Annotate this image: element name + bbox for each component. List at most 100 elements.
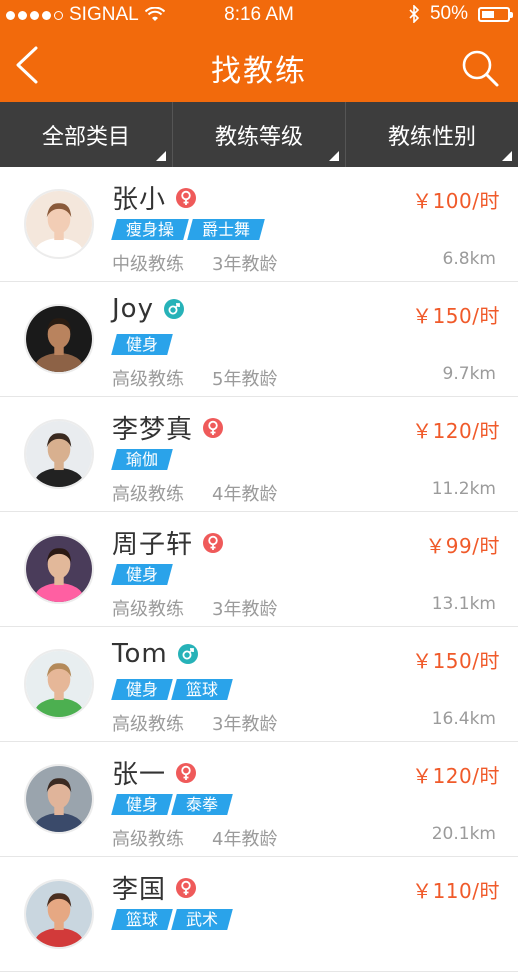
coach-years: 4年教龄 <box>212 829 278 850</box>
coach-price: ￥120/时 <box>412 419 500 443</box>
coach-level: 高级教练 <box>112 369 184 390</box>
coach-distance: 9.7km <box>442 364 496 384</box>
coach-distance: 11.2km <box>431 479 496 499</box>
coach-meta: 高级教练 5年教龄 <box>112 365 277 391</box>
filter-level-label: 教练等级 <box>214 124 303 150</box>
coach-price: ￥110/时 <box>412 879 500 903</box>
coach-distance: 16.4km <box>431 709 496 729</box>
coach-years: 3年教龄 <box>212 714 278 735</box>
filter-level[interactable]: 教练等级 <box>172 102 345 167</box>
tag-list: 健身 泰拳 <box>111 794 233 815</box>
coach-price: ￥150/时 <box>412 304 500 328</box>
coach-level: 高级教练 <box>112 714 184 735</box>
coach-meta: 高级教练 4年教龄 <box>112 825 277 851</box>
coach-name: Tom <box>112 639 168 669</box>
category-tag: 健身 <box>111 794 173 815</box>
category-tag: 健身 <box>111 334 173 355</box>
coach-distance: 6.8km <box>442 249 496 269</box>
coach-level: 高级教练 <box>112 599 184 620</box>
coach-row[interactable]: Tom 健身 篮球 高级教练 3年教龄 ￥150/时 16.4km <box>0 627 518 742</box>
coach-name-group: 张一 <box>112 754 197 791</box>
coach-meta: 高级教练 3年教龄 <box>112 710 277 736</box>
avatar <box>24 764 94 834</box>
coach-meta <box>112 940 140 961</box>
status-bar: SIGNAL 8:16 AM 50% <box>0 0 518 28</box>
female-icon <box>203 417 224 438</box>
coach-meta: 高级教练 4年教龄 <box>112 480 277 506</box>
coach-price: ￥120/时 <box>412 764 500 788</box>
avatar <box>24 534 94 604</box>
coach-years: 4年教龄 <box>212 484 278 505</box>
search-icon[interactable] <box>460 48 500 88</box>
filter-bar: 全部类目 教练等级 教练性别 <box>0 102 518 167</box>
coach-level: 高级教练 <box>112 484 184 505</box>
female-icon <box>176 762 197 783</box>
coach-list: 张小 瘦身操 爵士舞 中级教练 3年教龄 ￥100/时 6.8km Joy 健身 <box>0 167 518 972</box>
tag-list: 健身 <box>111 564 173 585</box>
coach-name: 李国 <box>112 875 167 905</box>
coach-price: ￥150/时 <box>412 649 500 673</box>
page-title: 找教练 <box>211 54 307 89</box>
avatar <box>24 649 94 719</box>
status-right: 50% <box>408 3 513 25</box>
coach-row[interactable]: Joy 健身 高级教练 5年教龄 ￥150/时 9.7km <box>0 282 518 397</box>
avatar <box>24 419 94 489</box>
coach-years: 3年教龄 <box>212 599 278 620</box>
tag-list: 健身 <box>111 334 173 355</box>
coach-row[interactable]: 周子轩 健身 高级教练 3年教龄 ￥99/时 13.1km <box>0 512 518 627</box>
coach-row[interactable]: 李国 篮球 武术 ￥110/时 <box>0 857 518 972</box>
tag-list: 健身 篮球 <box>111 679 233 700</box>
category-tag: 健身 <box>111 679 173 700</box>
dropdown-corner-icon <box>156 151 166 161</box>
category-tag: 爵士舞 <box>187 219 265 240</box>
nav-bar: 找教练 <box>0 28 518 102</box>
coach-name-group: 张小 <box>112 179 197 216</box>
coach-name-group: 李国 <box>112 869 197 906</box>
avatar <box>24 189 94 259</box>
coach-price: ￥100/时 <box>412 189 500 213</box>
coach-row[interactable]: 张小 瘦身操 爵士舞 中级教练 3年教龄 ￥100/时 6.8km <box>0 167 518 282</box>
category-tag: 篮球 <box>171 679 233 700</box>
dropdown-corner-icon <box>329 151 339 161</box>
coach-name: 张一 <box>112 760 167 790</box>
male-icon <box>177 644 198 664</box>
category-tag: 瘦身操 <box>111 219 189 240</box>
coach-name: Joy <box>112 294 154 324</box>
coach-name: 周子轩 <box>112 530 194 560</box>
category-tag-label: 爵士舞 <box>202 220 251 239</box>
coach-name-group: Joy <box>112 294 184 324</box>
category-tag-label: 健身 <box>126 795 159 814</box>
category-tag-label: 健身 <box>126 565 159 584</box>
coach-row[interactable]: 李梦真 瑜伽 高级教练 4年教龄 ￥120/时 11.2km <box>0 397 518 512</box>
tag-list: 瘦身操 爵士舞 <box>111 219 265 240</box>
bluetooth-icon <box>409 5 420 23</box>
coach-distance: 13.1km <box>431 594 496 614</box>
category-tag-label: 瘦身操 <box>126 220 175 239</box>
female-icon <box>203 532 224 553</box>
filter-category[interactable]: 全部类目 <box>0 102 172 167</box>
filter-gender-label: 教练性别 <box>387 124 476 150</box>
coach-level: 中级教练 <box>112 254 184 275</box>
coach-years: 5年教龄 <box>212 369 278 390</box>
category-tag: 瑜伽 <box>111 449 173 470</box>
coach-name: 李梦真 <box>112 415 194 445</box>
coach-name-group: 周子轩 <box>112 524 224 561</box>
category-tag-label: 泰拳 <box>186 795 219 814</box>
female-icon <box>176 877 197 898</box>
coach-row[interactable]: 张一 健身 泰拳 高级教练 4年教龄 ￥120/时 20.1km <box>0 742 518 857</box>
female-icon <box>176 187 197 208</box>
category-tag-label: 健身 <box>126 335 159 354</box>
coach-years: 3年教龄 <box>212 254 278 275</box>
coach-meta: 高级教练 3年教龄 <box>112 595 277 621</box>
tag-list: 瑜伽 <box>111 449 173 470</box>
avatar <box>24 879 94 949</box>
filter-category-label: 全部类目 <box>41 124 130 150</box>
coach-price: ￥99/时 <box>425 534 500 558</box>
avatar <box>24 304 94 374</box>
battery-percent: 50% <box>429 3 468 24</box>
category-tag-label: 健身 <box>126 680 159 699</box>
coach-distance: 20.1km <box>431 824 496 844</box>
filter-gender[interactable]: 教练性别 <box>345 102 518 167</box>
category-tag: 泰拳 <box>171 794 233 815</box>
coach-name: 张小 <box>112 185 167 215</box>
